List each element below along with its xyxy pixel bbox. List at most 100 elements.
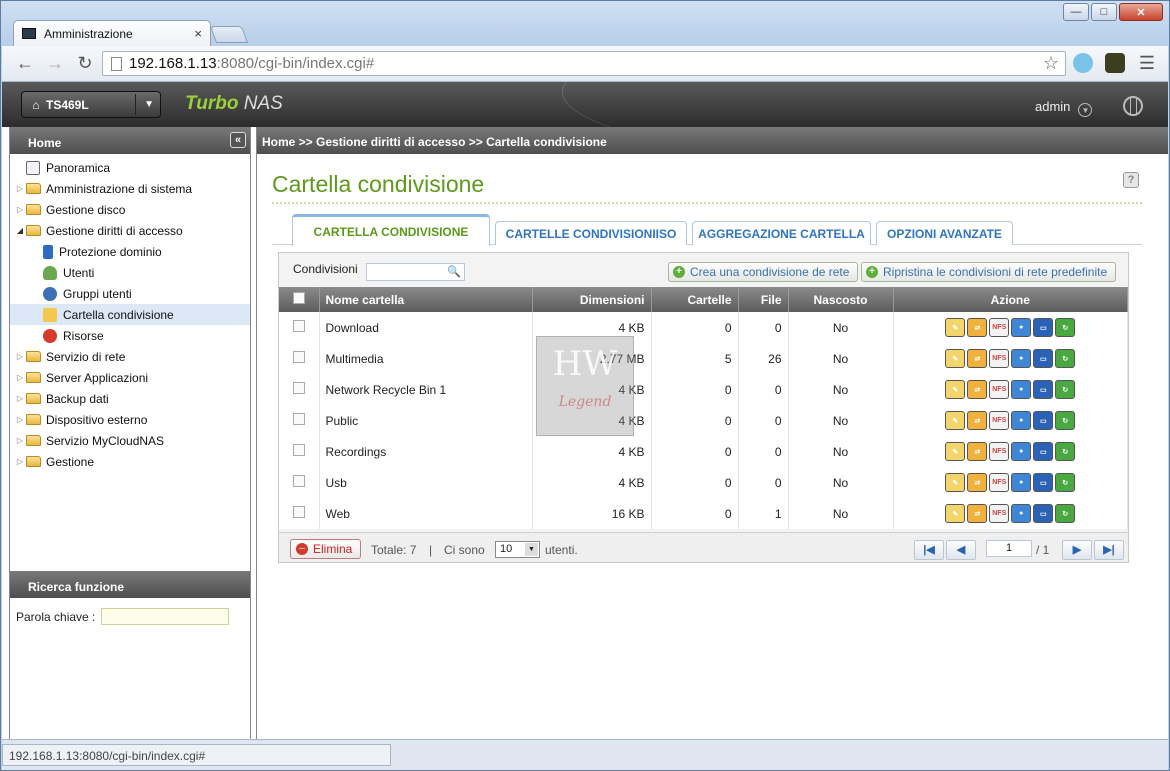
browser-tab[interactable]: Amministrazione × (13, 20, 211, 46)
sidebar-item-gestione[interactable]: ▷ Gestione (10, 451, 250, 472)
col-dimensioni[interactable]: Dimensioni (532, 287, 652, 312)
monitor-icon[interactable]: ▭ (1033, 504, 1054, 523)
edit-properties-icon[interactable]: ✎ (945, 411, 966, 430)
next-page-button[interactable]: ▶ (1062, 540, 1092, 560)
first-page-button[interactable]: |◀ (914, 540, 944, 560)
sidebar-item-gestione-disco[interactable]: ▷ Gestione disco (10, 199, 250, 220)
monitor-icon[interactable]: ▭ (1033, 411, 1054, 430)
menu-icon[interactable]: ☰ (1136, 54, 1158, 72)
row-checkbox[interactable] (292, 506, 305, 518)
collapse-sidebar-icon[interactable]: « (230, 132, 246, 148)
table-row[interactable]: Public 4 KB 0 0 No ✎ ⇄ NFS ● ▭ ↻ (279, 405, 1128, 436)
sidebar-item-utenti[interactable]: Utenti (10, 262, 250, 283)
monitor-icon[interactable]: ▭ (1033, 380, 1054, 399)
refresh-icon[interactable]: ↻ (1055, 380, 1076, 399)
share-permissions-icon[interactable]: ⇄ (967, 380, 988, 399)
row-checkbox[interactable] (292, 320, 305, 332)
nfs-access-icon[interactable]: NFS (989, 349, 1010, 368)
back-icon[interactable]: ← (14, 54, 36, 72)
nfs-access-icon[interactable]: NFS (989, 473, 1010, 492)
forward-icon[interactable]: → (44, 54, 66, 72)
monitor-icon[interactable]: ▭ (1033, 473, 1054, 492)
table-row[interactable]: Multimedia 2.77 MB 5 26 No ✎ ⇄ NFS ● ▭ ↻ (279, 343, 1128, 374)
extension-icon[interactable] (1105, 53, 1125, 73)
refresh-icon[interactable]: ↻ (1055, 411, 1076, 430)
last-page-button[interactable]: ▶| (1094, 540, 1124, 560)
sidebar-item-backup-dati[interactable]: ▷ Backup dati (10, 388, 250, 409)
help-icon[interactable]: ? (1123, 172, 1139, 188)
keyword-input[interactable] (101, 608, 230, 625)
restore-shares-button[interactable]: + Ripristina le condivisioni di rete pred… (861, 262, 1117, 282)
edit-properties-icon[interactable]: ✎ (945, 318, 966, 337)
monitor-icon[interactable]: ▭ (1033, 349, 1054, 368)
user-menu[interactable]: admin ▼ (1035, 99, 1093, 117)
sidebar-item-diritti-accesso[interactable]: ◢ Gestione diritti di accesso (10, 220, 250, 241)
skype-extension-icon[interactable] (1073, 53, 1093, 73)
col-cartelle[interactable]: Cartelle (651, 287, 739, 312)
reload-icon[interactable]: ↻ (74, 54, 96, 72)
nfs-access-icon[interactable]: NFS (989, 380, 1010, 399)
share-permissions-icon[interactable]: ⇄ (967, 473, 988, 492)
address-bar[interactable]: 192.168.1.13:8080/cgi-bin/index.cgi# ☆ (102, 51, 1066, 76)
row-checkbox[interactable] (292, 444, 305, 456)
row-checkbox[interactable] (292, 382, 305, 394)
prev-page-button[interactable]: ◀ (946, 540, 976, 560)
microsoft-network-icon[interactable]: ● (1011, 504, 1032, 523)
per-page-select[interactable]: 10 ▼ (495, 541, 540, 558)
language-globe-icon[interactable] (1123, 96, 1143, 116)
refresh-icon[interactable]: ↻ (1055, 318, 1076, 337)
minimize-button[interactable]: — (1063, 3, 1089, 21)
share-permissions-icon[interactable]: ⇄ (967, 411, 988, 430)
edit-properties-icon[interactable]: ✎ (945, 380, 966, 399)
sidebar-item-risorse[interactable]: Risorse (10, 325, 250, 346)
delete-button[interactable]: – Elimina (290, 539, 362, 559)
share-permissions-icon[interactable]: ⇄ (967, 318, 988, 337)
col-file[interactable]: File (738, 287, 789, 312)
sidebar-item-servizio-rete[interactable]: ▷ Servizio di rete (10, 346, 250, 367)
table-row[interactable]: Recordings 4 KB 0 0 No ✎ ⇄ NFS ● ▭ ↻ (279, 436, 1128, 467)
microsoft-network-icon[interactable]: ● (1011, 349, 1032, 368)
nfs-access-icon[interactable]: NFS (989, 318, 1010, 337)
table-row[interactable]: Download 4 KB 0 0 No ✎ ⇄ NFS ● ▭ ↻ (279, 312, 1128, 343)
microsoft-network-icon[interactable]: ● (1011, 411, 1032, 430)
refresh-icon[interactable]: ↻ (1055, 442, 1076, 461)
microsoft-network-icon[interactable]: ● (1011, 473, 1032, 492)
sidebar-item-server-applicazioni[interactable]: ▷ Server Applicazioni (10, 367, 250, 388)
edit-properties-icon[interactable]: ✎ (945, 349, 966, 368)
microsoft-network-icon[interactable]: ● (1011, 318, 1032, 337)
search-icon[interactable]: 🔍 (447, 265, 461, 278)
refresh-icon[interactable]: ↻ (1055, 473, 1076, 492)
col-nome[interactable]: Nome cartella (319, 287, 533, 312)
new-tab-button[interactable] (209, 26, 249, 43)
row-checkbox[interactable] (292, 475, 305, 487)
page-input[interactable]: 1 (986, 540, 1032, 557)
sidebar-item-mycloudnas[interactable]: ▷ Servizio MyCloudNAS (10, 430, 250, 451)
sidebar-item-panoramica[interactable]: Panoramica (10, 157, 250, 178)
bookmark-star-icon[interactable]: ☆ (1043, 53, 1059, 74)
maximize-button[interactable]: □ (1091, 3, 1117, 21)
microsoft-network-icon[interactable]: ● (1011, 442, 1032, 461)
tab-close-icon[interactable]: × (194, 26, 202, 41)
close-window-button[interactable]: ✕ (1119, 3, 1163, 21)
sidebar-item-amministrazione[interactable]: ▷ Amministrazione di sistema (10, 178, 250, 199)
refresh-icon[interactable]: ↻ (1055, 349, 1076, 368)
create-share-button[interactable]: + Crea una condivisione de rete (668, 262, 859, 282)
nfs-access-icon[interactable]: NFS (989, 411, 1010, 430)
table-row[interactable]: Web 16 KB 0 1 No ✎ ⇄ NFS ● ▭ ↻ (279, 498, 1128, 529)
monitor-icon[interactable]: ▭ (1033, 318, 1054, 337)
tab-aggregazione[interactable]: AGGREGAZIONE CARTELLA (692, 221, 871, 245)
share-permissions-icon[interactable]: ⇄ (967, 349, 988, 368)
table-row[interactable]: Network Recycle Bin 14 KB 0 0 No ✎ ⇄ NFS ● ▭ ↻ (279, 374, 1128, 405)
share-permissions-icon[interactable]: ⇄ (967, 504, 988, 523)
sidebar-item-dispositivo-esterno[interactable]: ▷ Dispositivo esterno (10, 409, 250, 430)
sidebar-item-cartella-condivisione[interactable]: Cartella condivisione (10, 304, 250, 325)
nfs-access-icon[interactable]: NFS (989, 442, 1010, 461)
sidebar-item-protezione-dominio[interactable]: Protezione dominio (10, 241, 250, 262)
monitor-icon[interactable]: ▭ (1033, 442, 1054, 461)
refresh-icon[interactable]: ↻ (1055, 504, 1076, 523)
tab-cartella-condivisione[interactable]: CARTELLA CONDIVISIONE (292, 214, 490, 246)
row-checkbox[interactable] (292, 413, 305, 425)
edit-properties-icon[interactable]: ✎ (945, 442, 966, 461)
nfs-access-icon[interactable]: NFS (989, 504, 1010, 523)
share-search-input[interactable]: 🔍 (366, 263, 465, 281)
